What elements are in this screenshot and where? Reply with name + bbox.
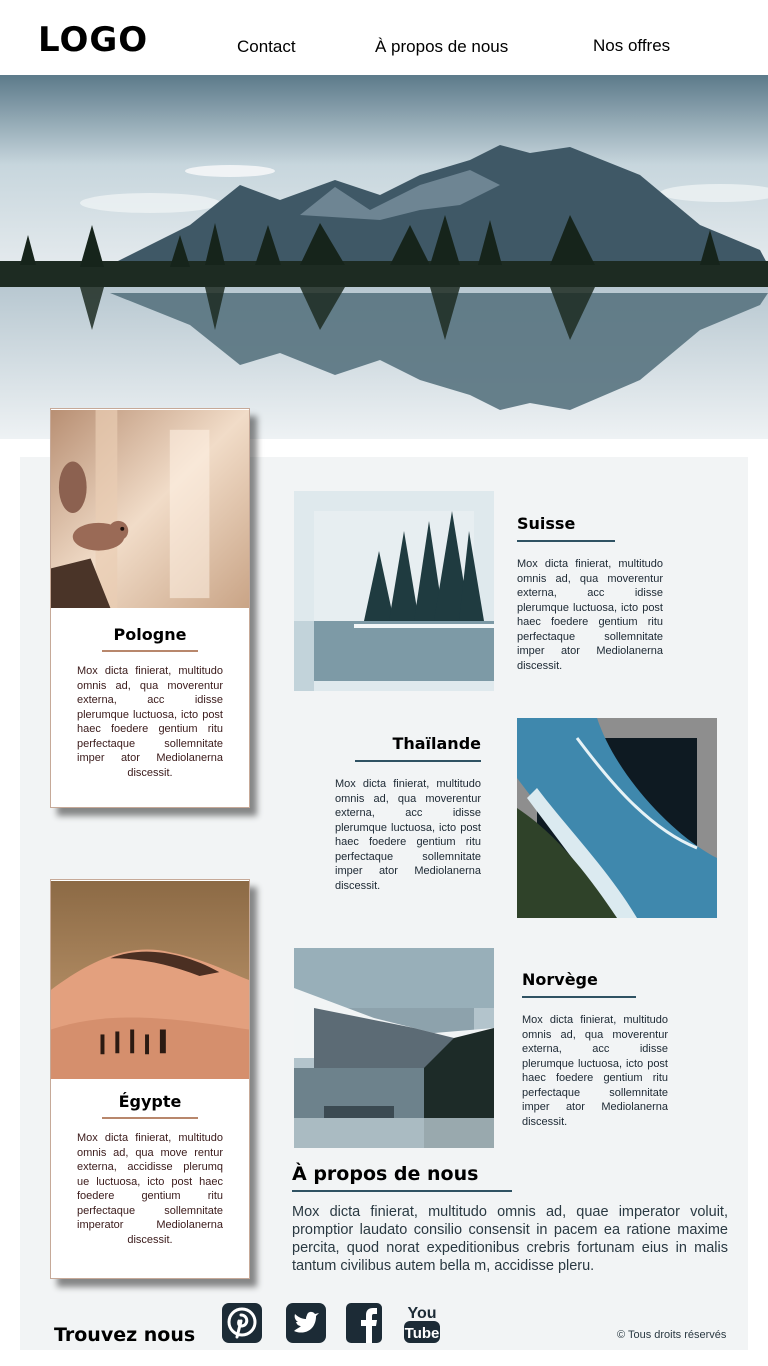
copyright-text: © Tous droits réservés [617, 1329, 727, 1341]
squirrel-image [51, 410, 249, 608]
dest-text: Mox dicta finierat, multitudo omnis ad, … [522, 1014, 668, 1128]
pinterest-icon[interactable] [222, 1303, 262, 1345]
aerial-coast-image [517, 718, 717, 918]
nav-about[interactable]: À propos de nous [375, 37, 508, 57]
youtube-icon[interactable]: You Tube [403, 1303, 441, 1345]
card-divider [102, 650, 198, 652]
dest-norvege: Norvège Mox dicta finierat, multitudo om… [522, 970, 668, 1129]
hero-banner [0, 75, 768, 439]
snowy-forest-image [294, 491, 494, 691]
dest-thailande: Thaïlande Mox dicta finierat, multitudo … [335, 734, 481, 893]
about-title: À propos de nous [292, 1163, 479, 1185]
nav-contact[interactable]: Contact [237, 37, 296, 57]
dest-suisse: Suisse Mox dicta finierat, multitudo omn… [517, 514, 663, 673]
site-logo[interactable]: LOGO [38, 20, 148, 60]
facebook-icon[interactable] [346, 1303, 386, 1345]
youtube-tube-text: Tube [405, 1325, 440, 1342]
dest-title: Thaïlande [392, 734, 481, 753]
dest-title: Norvège [522, 970, 598, 989]
desert-camels-image [51, 881, 249, 1079]
mountain-lake-image [0, 75, 768, 439]
dest-divider [522, 996, 636, 998]
nav-offers[interactable]: Nos offres [593, 36, 670, 56]
thailande-image-frame [517, 718, 717, 918]
card-title: Pologne [113, 625, 187, 644]
dest-title: Suisse [517, 514, 576, 533]
youtube-you-text: You [407, 1305, 436, 1322]
card-egypte[interactable]: Égypte Mox dicta finierat, multitudo omn… [50, 879, 250, 1279]
dest-divider [517, 540, 615, 542]
card-pologne[interactable]: Pologne Mox dicta finierat, multitudo om… [50, 408, 250, 808]
suisse-image-frame [294, 491, 494, 691]
about-text: Mox dicta finierat, multitudo omnis ad, … [292, 1204, 728, 1274]
card-divider [102, 1117, 198, 1119]
find-us-label: Trouvez nous [54, 1324, 196, 1346]
card-text: Mox dicta finierat, multitudo omnis ad, … [77, 665, 223, 779]
norvege-image-frame [294, 948, 494, 1148]
card-title: Égypte [118, 1092, 182, 1111]
card-text: Mox dicta finierat, multitudo omnis ad, … [77, 1132, 223, 1246]
dest-text: Mox dicta finierat, multitudo omnis ad, … [335, 778, 481, 892]
about-divider [292, 1190, 512, 1192]
dest-divider [355, 760, 481, 762]
fjord-town-image [294, 948, 494, 1148]
twitter-icon[interactable] [286, 1303, 326, 1345]
site-header: LOGO Contact À propos de nous Nos offres [0, 0, 768, 75]
dest-text: Mox dicta finierat, multitudo omnis ad, … [517, 558, 663, 672]
